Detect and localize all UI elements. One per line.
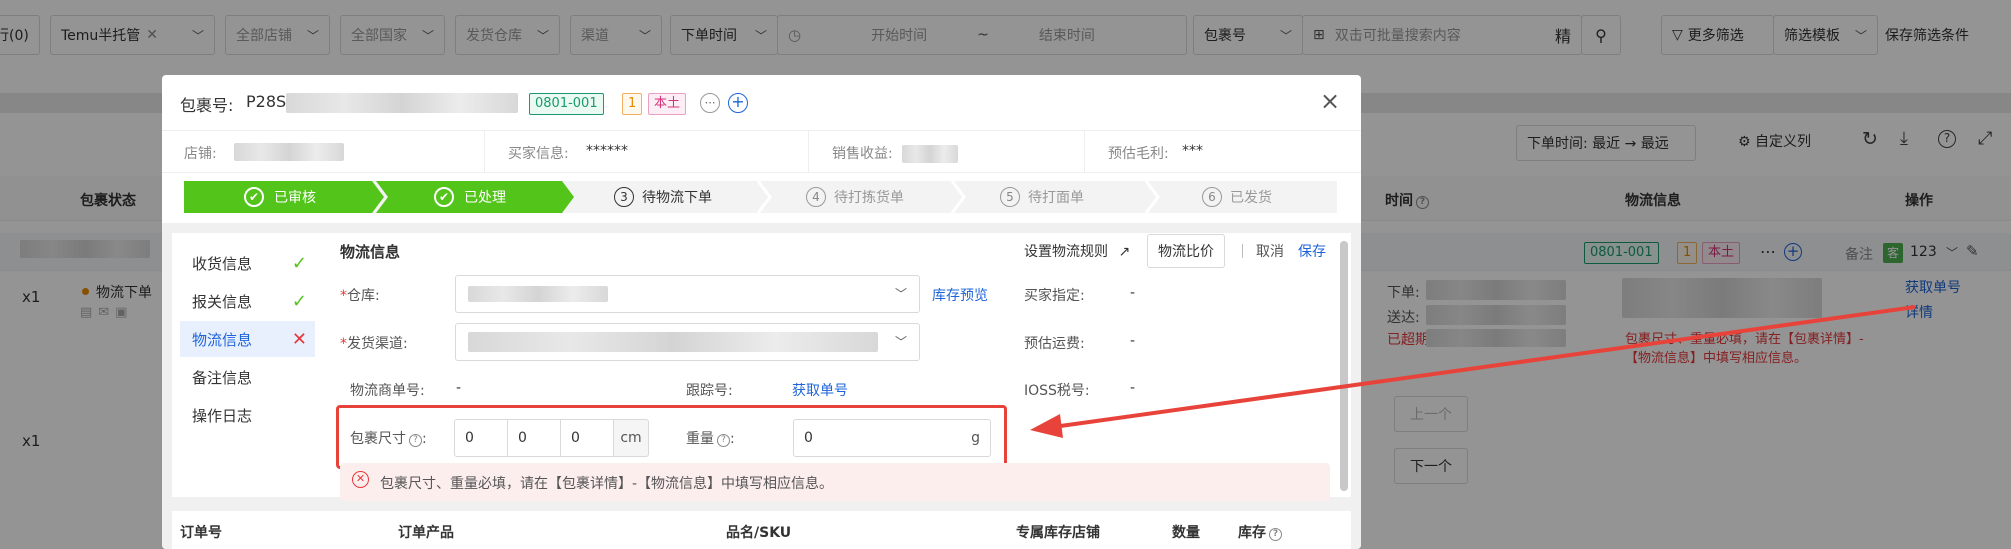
tag-local: 本土 — [648, 93, 687, 115]
nav-item-label: 物流信息 — [192, 330, 253, 349]
set-rule-label: 设置物流规则 — [1024, 244, 1108, 260]
check-circle-icon: ✔ — [434, 187, 454, 207]
action-divider — [1242, 244, 1243, 258]
error-circle-icon: ✕ — [352, 471, 369, 488]
warehouse-label: *仓库: — [340, 285, 380, 305]
nav-item-customs[interactable]: 报关信息 ✓ — [180, 283, 315, 319]
revenue-label: 销售收益: — [832, 146, 893, 162]
redacted-text — [468, 332, 878, 352]
nav-item-label: 备注信息 — [192, 368, 253, 387]
progress-stepper — [184, 181, 1337, 213]
get-tracking-link[interactable]: 获取单号 — [792, 380, 848, 400]
chevron-down-icon: ﹀ — [894, 287, 907, 301]
add-icon[interactable]: + — [728, 93, 748, 113]
package-number: P28S — [246, 92, 287, 111]
step-number: 4 — [806, 187, 826, 207]
nav-item-log[interactable]: 操作日志 — [180, 397, 315, 433]
info-divider — [1084, 131, 1085, 173]
store-label: 店铺: — [184, 146, 217, 162]
col-sku: 品名/SKU — [726, 525, 792, 541]
package-detail-modal: 包裹号: P28S 0801-001 1 本土 ⋯ + × 店铺: 买家信息: … — [162, 75, 1361, 549]
chevron-down-icon: ﹀ — [894, 335, 907, 349]
check-icon: ✓ — [291, 290, 307, 312]
question-icon: ? — [1269, 528, 1282, 541]
channel-label-text: 发货渠道: — [347, 336, 408, 352]
col-stock: 库存? — [1238, 522, 1282, 542]
close-icon[interactable]: × — [1320, 87, 1340, 115]
nav-item-notes[interactable]: 备注信息 — [180, 359, 315, 395]
step-6-label: 已发货 — [1230, 190, 1272, 206]
check-icon: ✓ — [291, 252, 307, 274]
step-3: 3 待物流下单 — [614, 181, 712, 213]
step-4-label: 待打拣货单 — [834, 190, 904, 206]
error-x-icon: ✕ — [291, 328, 307, 350]
buyer-label: 买家信息: — [508, 146, 569, 162]
est-freight-label: 预估运费: — [1024, 336, 1085, 352]
step-4: 4 待打拣货单 — [806, 181, 904, 213]
nav-item-label: 收货信息 — [192, 254, 253, 273]
step-number: 6 — [1202, 187, 1222, 207]
required-star: * — [340, 288, 347, 304]
col-order-no: 订单号 — [180, 525, 222, 541]
step-1-label: 已审核 — [274, 190, 316, 206]
error-message: 包裹尺寸、重量必填，请在【包裹详情】-【物流信息】中填写相应信息。 — [380, 476, 834, 492]
highlight-box — [336, 405, 1007, 469]
buyer-value: ****** — [586, 143, 628, 159]
more-icon[interactable]: ⋯ — [700, 93, 720, 113]
col-stock-label: 库存 — [1238, 525, 1266, 541]
redacted-text — [902, 145, 958, 163]
channel-label: *发货渠道: — [340, 333, 408, 353]
required-star: * — [340, 336, 347, 352]
warehouse-label-text: 仓库: — [347, 288, 380, 304]
nav-item-label: 操作日志 — [192, 406, 253, 425]
package-label: 包裹号: — [180, 96, 234, 115]
set-rule-link[interactable]: 设置物流规则 ↗ — [1024, 241, 1130, 261]
step-2: ✔ 已处理 — [434, 181, 506, 213]
nav-item-receiving[interactable]: 收货信息 ✓ — [180, 245, 315, 281]
channel-select[interactable]: ﹀ — [455, 323, 920, 361]
buyer-assigned-value: - — [1130, 285, 1136, 301]
step-2-label: 已处理 — [464, 190, 506, 206]
tag-code: 0801-001 — [529, 93, 604, 115]
info-divider — [808, 131, 809, 173]
buyer-assigned-label: 买家指定: — [1024, 288, 1085, 304]
step-6: 6 已发货 — [1202, 181, 1272, 213]
step-number: 5 — [1000, 187, 1020, 207]
compare-button[interactable]: 物流比价 — [1147, 234, 1225, 268]
step-number: 3 — [614, 187, 634, 207]
carrier-no-value: - — [456, 380, 462, 396]
col-qty: 数量 — [1172, 525, 1200, 541]
redacted-text — [234, 143, 344, 161]
external-link-icon: ↗ — [1118, 244, 1131, 260]
step-1: ✔ 已审核 — [244, 181, 316, 213]
profit-value: *** — [1182, 143, 1203, 159]
cancel-link[interactable]: 取消 — [1256, 241, 1284, 261]
nav-item-logistics[interactable]: 物流信息 ✕ — [180, 321, 315, 357]
step-3-label: 待物流下单 — [642, 190, 712, 206]
col-store: 专属库存店铺 — [1016, 525, 1100, 541]
step-5: 5 待打面单 — [1000, 181, 1084, 213]
redacted-text — [286, 93, 518, 113]
warehouse-select[interactable]: ﹀ — [455, 275, 920, 313]
save-link[interactable]: 保存 — [1298, 241, 1326, 261]
tracking-label: 跟踪号: — [686, 383, 733, 399]
section-title: 物流信息 — [340, 243, 401, 261]
profit-label: 预估毛利: — [1108, 146, 1169, 162]
stock-preview-link[interactable]: 库存预览 — [932, 285, 988, 305]
ioss-value: - — [1130, 380, 1136, 396]
ioss-label: IOSS税号: — [1024, 383, 1090, 399]
nav-item-label: 报关信息 — [192, 292, 253, 311]
step-5-label: 待打面单 — [1028, 190, 1084, 206]
tag-count: 1 — [622, 93, 643, 115]
panel-scrollbar[interactable] — [1340, 241, 1348, 491]
est-freight-value: - — [1130, 333, 1136, 349]
carrier-no-label: 物流商单号: — [350, 383, 425, 399]
check-circle-icon: ✔ — [244, 187, 264, 207]
redacted-text — [468, 286, 608, 302]
col-product: 订单产品 — [398, 525, 454, 541]
info-divider — [484, 131, 485, 173]
